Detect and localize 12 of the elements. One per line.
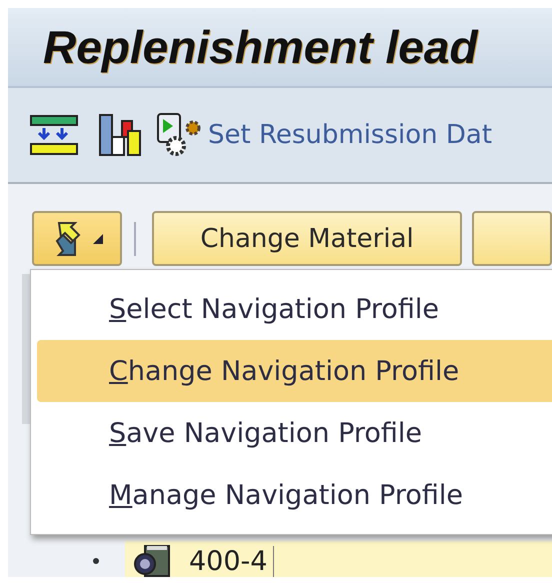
tree-item[interactable]: 400-4 xyxy=(125,541,552,577)
chart-icon[interactable] xyxy=(98,113,144,157)
navigation-dropdown-button[interactable] xyxy=(32,211,122,266)
gear-icon xyxy=(156,112,202,158)
filter-icon[interactable] xyxy=(30,114,78,156)
tree-bullet-icon xyxy=(93,558,99,564)
change-material-button[interactable]: Change Material xyxy=(152,211,462,266)
material-icon xyxy=(133,544,171,577)
menu-item[interactable]: Change Navigation Profile xyxy=(37,340,552,402)
tree-item-label: 400-4 xyxy=(189,546,274,576)
caret-icon xyxy=(93,234,104,244)
window-title: Replenishment lead xyxy=(43,20,478,74)
